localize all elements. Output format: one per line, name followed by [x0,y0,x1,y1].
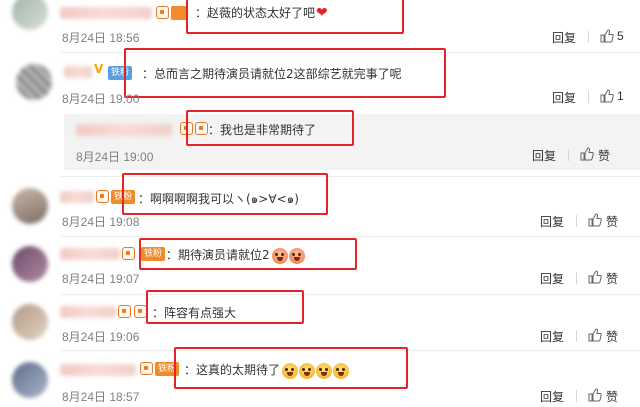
timestamp: 8月24日 19:00 [62,92,140,106]
avatar[interactable] [12,362,48,398]
timestamp: 8月24日 19:06 [62,330,140,344]
avatar[interactable] [12,246,48,282]
like-count: 5 [617,29,624,43]
thumbs-up-icon[interactable] [588,388,602,402]
like-count: 1 [617,89,624,103]
username[interactable] [60,7,152,19]
timestamp: 8月24日 19:08 [62,215,140,229]
timestamp: 8月24日 19:00 [76,150,154,164]
avatar[interactable] [12,188,48,224]
timestamp: 8月24日 18:57 [62,390,140,404]
reply-button[interactable]: 回复 [552,29,576,46]
comment-row: 铁粉 ：期待演员请就位2 8月24日 19:07 回复 赞 [0,236,640,294]
divider [568,149,569,161]
comment-row: V 铁粉 ：总而言之期待演员请就位2这部综艺就完事了呢 8月24日 19:00 … [0,48,640,176]
comment-row: 铁粉 ：这真的太期待了 8月24日 18:57 回复 赞 [0,347,640,407]
divider [576,330,577,342]
thumbs-up-icon[interactable] [588,328,602,342]
member-icon [156,6,169,19]
avatar[interactable] [12,0,48,30]
username[interactable] [64,66,92,78]
comment-row: ：赵薇的状态太好了吧❤ 8月24日 18:56 回复 5 [0,0,640,48]
comment-row: 铁粉 ：啊啊啊啊我可以ヽ(๑>∀<๑) 8月24日 19:08 回复 赞 [0,173,640,236]
thumbs-up-icon[interactable] [600,29,614,43]
member-icon [122,247,135,260]
thumbs-up-icon[interactable] [588,213,602,227]
highlight-box [174,347,408,389]
username[interactable] [60,248,120,260]
reply-button[interactable]: 回复 [540,213,564,230]
member-icon [96,190,109,203]
highlight-box [186,110,354,146]
member-icon [118,305,131,318]
member-icon [140,362,153,375]
thumbs-up-icon[interactable] [588,270,602,284]
username[interactable] [76,124,172,136]
divider [576,390,577,402]
thumbs-up-icon[interactable] [580,147,594,161]
like-button[interactable]: 赞 [606,270,618,287]
thumbs-up-icon[interactable] [600,89,614,103]
timestamp: 8月24日 19:07 [62,272,140,286]
timestamp: 8月24日 18:56 [62,31,140,45]
like-button[interactable]: 赞 [606,328,618,345]
reply-button[interactable]: 回复 [532,147,556,164]
divider [588,91,589,103]
highlight-box [139,238,357,270]
divider [588,31,589,43]
username[interactable] [60,191,94,203]
username[interactable] [60,306,116,318]
verified-icon: V [94,62,104,76]
username[interactable] [60,364,136,376]
like-button[interactable]: 赞 [606,388,618,405]
like-button[interactable]: 赞 [598,147,610,164]
reply-button[interactable]: 回复 [552,89,576,106]
divider [576,215,577,227]
divider [576,272,577,284]
avatar[interactable] [12,304,48,340]
like-button[interactable]: 赞 [606,213,618,230]
fan-badge [171,6,187,20]
comment-row: ：阵容有点强大 8月24日 19:06 回复 赞 [0,290,640,348]
reply-button[interactable]: 回复 [540,328,564,345]
avatar[interactable] [16,64,52,100]
highlight-box [122,173,328,215]
reply-button[interactable]: 回复 [540,270,564,287]
reply-button[interactable]: 回复 [540,388,564,405]
highlight-box [146,290,304,324]
highlight-box [124,48,446,98]
highlight-box [186,0,404,34]
